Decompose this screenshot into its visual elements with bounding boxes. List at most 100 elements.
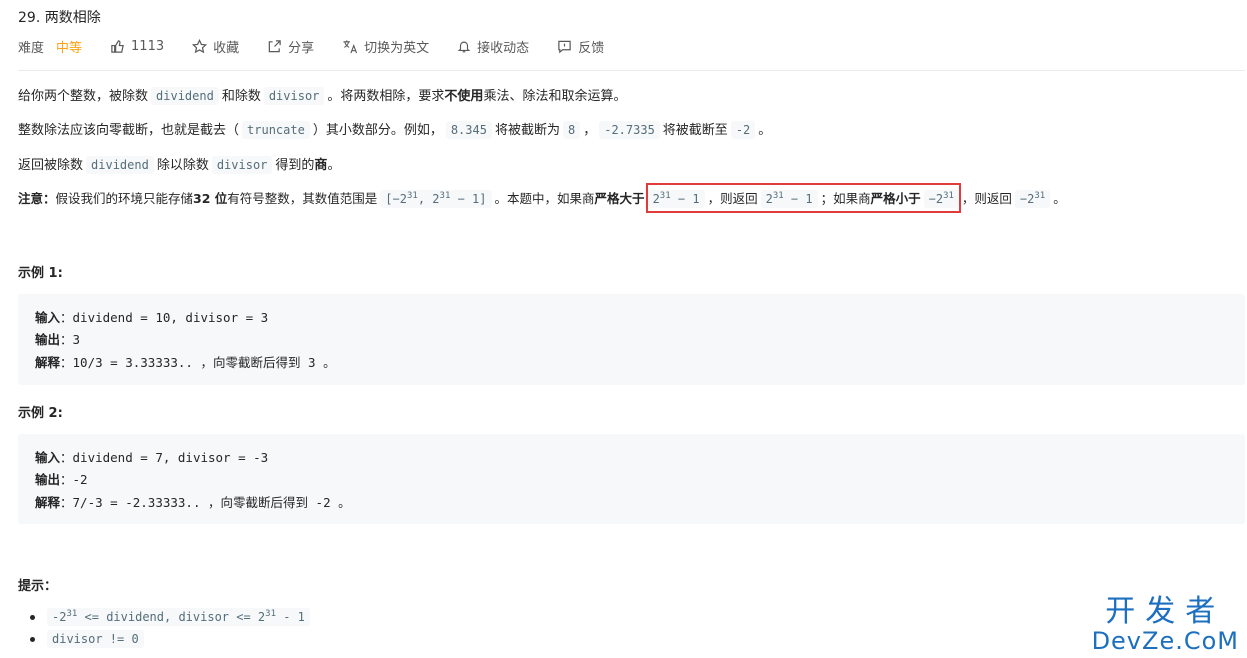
collect-label: 收藏 — [213, 40, 240, 56]
inline-code: dividend — [86, 156, 154, 174]
code-part: 2 — [432, 192, 440, 206]
text: 整数除法应该向零截断，也就是截去（ — [18, 123, 240, 138]
explanation-text: 。 — [338, 495, 351, 510]
bell-icon — [457, 41, 471, 52]
input-value: dividend = 10, divisor = 3 — [72, 310, 269, 325]
code-part: -2 — [52, 610, 67, 624]
code-part: <= dividend, divisor <= 2 — [84, 610, 266, 624]
example-2-output: 输出：-2 — [35, 472, 88, 487]
hints-heading: 提示： — [18, 579, 58, 594]
text: 将被截断为 — [494, 123, 560, 138]
bold-text: 不使用 — [444, 89, 484, 104]
code-part: - 1 — [283, 610, 305, 624]
code-part: [−2 — [385, 192, 407, 206]
difficulty-value: 中等 — [56, 40, 83, 56]
exponent: 31 — [439, 191, 451, 201]
example-1-output: 输出：3 — [35, 332, 81, 347]
example-1-input: 输入：dividend = 10, divisor = 3 — [35, 310, 269, 325]
text: 有符号整数，其数值范围是 — [227, 191, 378, 206]
hint-code: -231 <= dividend, divisor <= 231 - 1 — [47, 608, 310, 626]
text: 除以除数 — [156, 158, 209, 173]
feedback-button[interactable]: 反馈 — [557, 37, 604, 56]
switch-language-label: 切换为英文 — [364, 40, 430, 56]
switch-language-button[interactable]: 切换为英文 — [342, 37, 429, 56]
text: 得到的 — [275, 158, 315, 173]
example-2-input: 输入：dividend = 7, divisor = -3 — [35, 450, 269, 465]
text: 假设我们的环境只能存储 — [55, 191, 194, 206]
inline-code: dividend — [151, 87, 219, 105]
like-button[interactable]: 1113 — [110, 39, 164, 54]
explanation-text: 3 — [308, 355, 316, 370]
output-value: -2 — [72, 472, 88, 487]
inline-code: truncate — [242, 121, 310, 139]
text: 如果商 — [557, 191, 595, 206]
watermark-en: DevZe.CoM — [1091, 627, 1239, 655]
text: 。 — [758, 123, 772, 138]
explanation-text: 。 — [323, 355, 336, 370]
explanation-text: ，向零截断后得到 — [208, 495, 309, 510]
bold-text: 32 位 — [193, 191, 228, 206]
subscribe-label: 接收动态 — [477, 40, 530, 56]
description-paragraph-1: 给你两个整数，被除数 dividend 和除数 divisor 。将两数相除，要求不使用… — [18, 86, 626, 107]
bold-text: 商 — [314, 158, 328, 173]
difficulty-label: 难度 — [18, 40, 45, 56]
example-2-block: 输入：dividend = 7, divisor = -3 输出：-2 解释：7… — [18, 434, 1245, 524]
like-count: 1113 — [131, 38, 165, 54]
explanation-text: 10/3 = 3.33333.. — [72, 355, 193, 370]
thumbs-up-icon — [111, 39, 124, 53]
site-watermark: 开发者 DevZe.CoM — [1091, 594, 1239, 655]
inline-code: -2.7335 — [599, 121, 660, 139]
exponent: 31 — [66, 609, 78, 619]
note-label: 注意： — [18, 191, 56, 206]
example-1-heading: 示例 1: — [18, 266, 63, 281]
example-2-explanation: 解释：7/-3 = -2.33333.. ，向零截断后得到 -2 。 — [35, 495, 351, 510]
inline-code: divisor — [263, 87, 325, 105]
text: 返回被除数 — [18, 158, 84, 173]
text: 。本题中， — [494, 191, 558, 206]
text: ）其小数部分。例如， — [312, 123, 443, 138]
example-1-block: 输入：dividend = 10, divisor = 3 输出：3 解释：10… — [18, 294, 1245, 385]
text: ， — [583, 123, 597, 138]
hints-list: -231 <= dividend, divisor <= 231 - 1 div… — [18, 606, 313, 650]
code-part: − 1] — [457, 192, 487, 206]
output-value: 3 — [72, 332, 81, 347]
red-highlight-annotation — [646, 183, 961, 213]
header-divider — [18, 70, 1245, 71]
feedback-label: 反馈 — [578, 40, 605, 56]
hint-item: -231 <= dividend, divisor <= 231 - 1 — [18, 606, 313, 628]
inline-code: -2 — [730, 121, 756, 139]
text: 将被截断至 — [662, 123, 728, 138]
share-icon — [268, 39, 281, 52]
explanation-label: 解释 — [35, 355, 61, 370]
problem-title: 29. 两数相除 — [18, 10, 101, 26]
text: ，则返回 — [961, 191, 1012, 206]
explanation-text: ，向零截断后得到 — [200, 355, 301, 370]
exponent: 31 — [1034, 191, 1046, 201]
feedback-icon — [558, 40, 571, 53]
text: 。 — [1053, 191, 1066, 206]
input-label: 输入 — [35, 310, 61, 325]
hint-code: divisor != 0 — [47, 630, 144, 648]
text: 。 — [327, 158, 341, 173]
star-icon — [192, 38, 208, 53]
text: 给你两个整数，被除数 — [18, 89, 149, 104]
share-button[interactable]: 分享 — [267, 37, 314, 56]
input-value: dividend = 7, divisor = -3 — [72, 450, 269, 465]
output-label: 输出 — [35, 332, 61, 347]
output-label: 输出 — [35, 472, 61, 487]
watermark-cn: 开发者 — [1105, 594, 1226, 629]
description-paragraph-3: 返回被除数 dividend 除以除数 divisor 得到的商。 — [18, 155, 340, 176]
exponent: 31 — [406, 191, 418, 201]
problem-toolbar: 难度 中等 1113 收藏 分享 切换为英文 接收动态 反馈 — [18, 36, 632, 56]
text: 。将两数相除，要求 — [327, 89, 445, 104]
inline-code: 8 — [562, 121, 581, 139]
subscribe-button[interactable]: 接收动态 — [457, 37, 529, 56]
example-2-heading: 示例 2: — [18, 406, 63, 421]
explanation-text: -2 — [315, 495, 331, 510]
code-part: , — [417, 192, 426, 206]
share-label: 分享 — [288, 40, 315, 56]
bold-text: 严格大于 — [594, 191, 645, 206]
range-code: [−231, 231 − 1] — [380, 190, 492, 208]
text: 和除数 — [221, 89, 261, 104]
collect-button[interactable]: 收藏 — [192, 37, 239, 56]
